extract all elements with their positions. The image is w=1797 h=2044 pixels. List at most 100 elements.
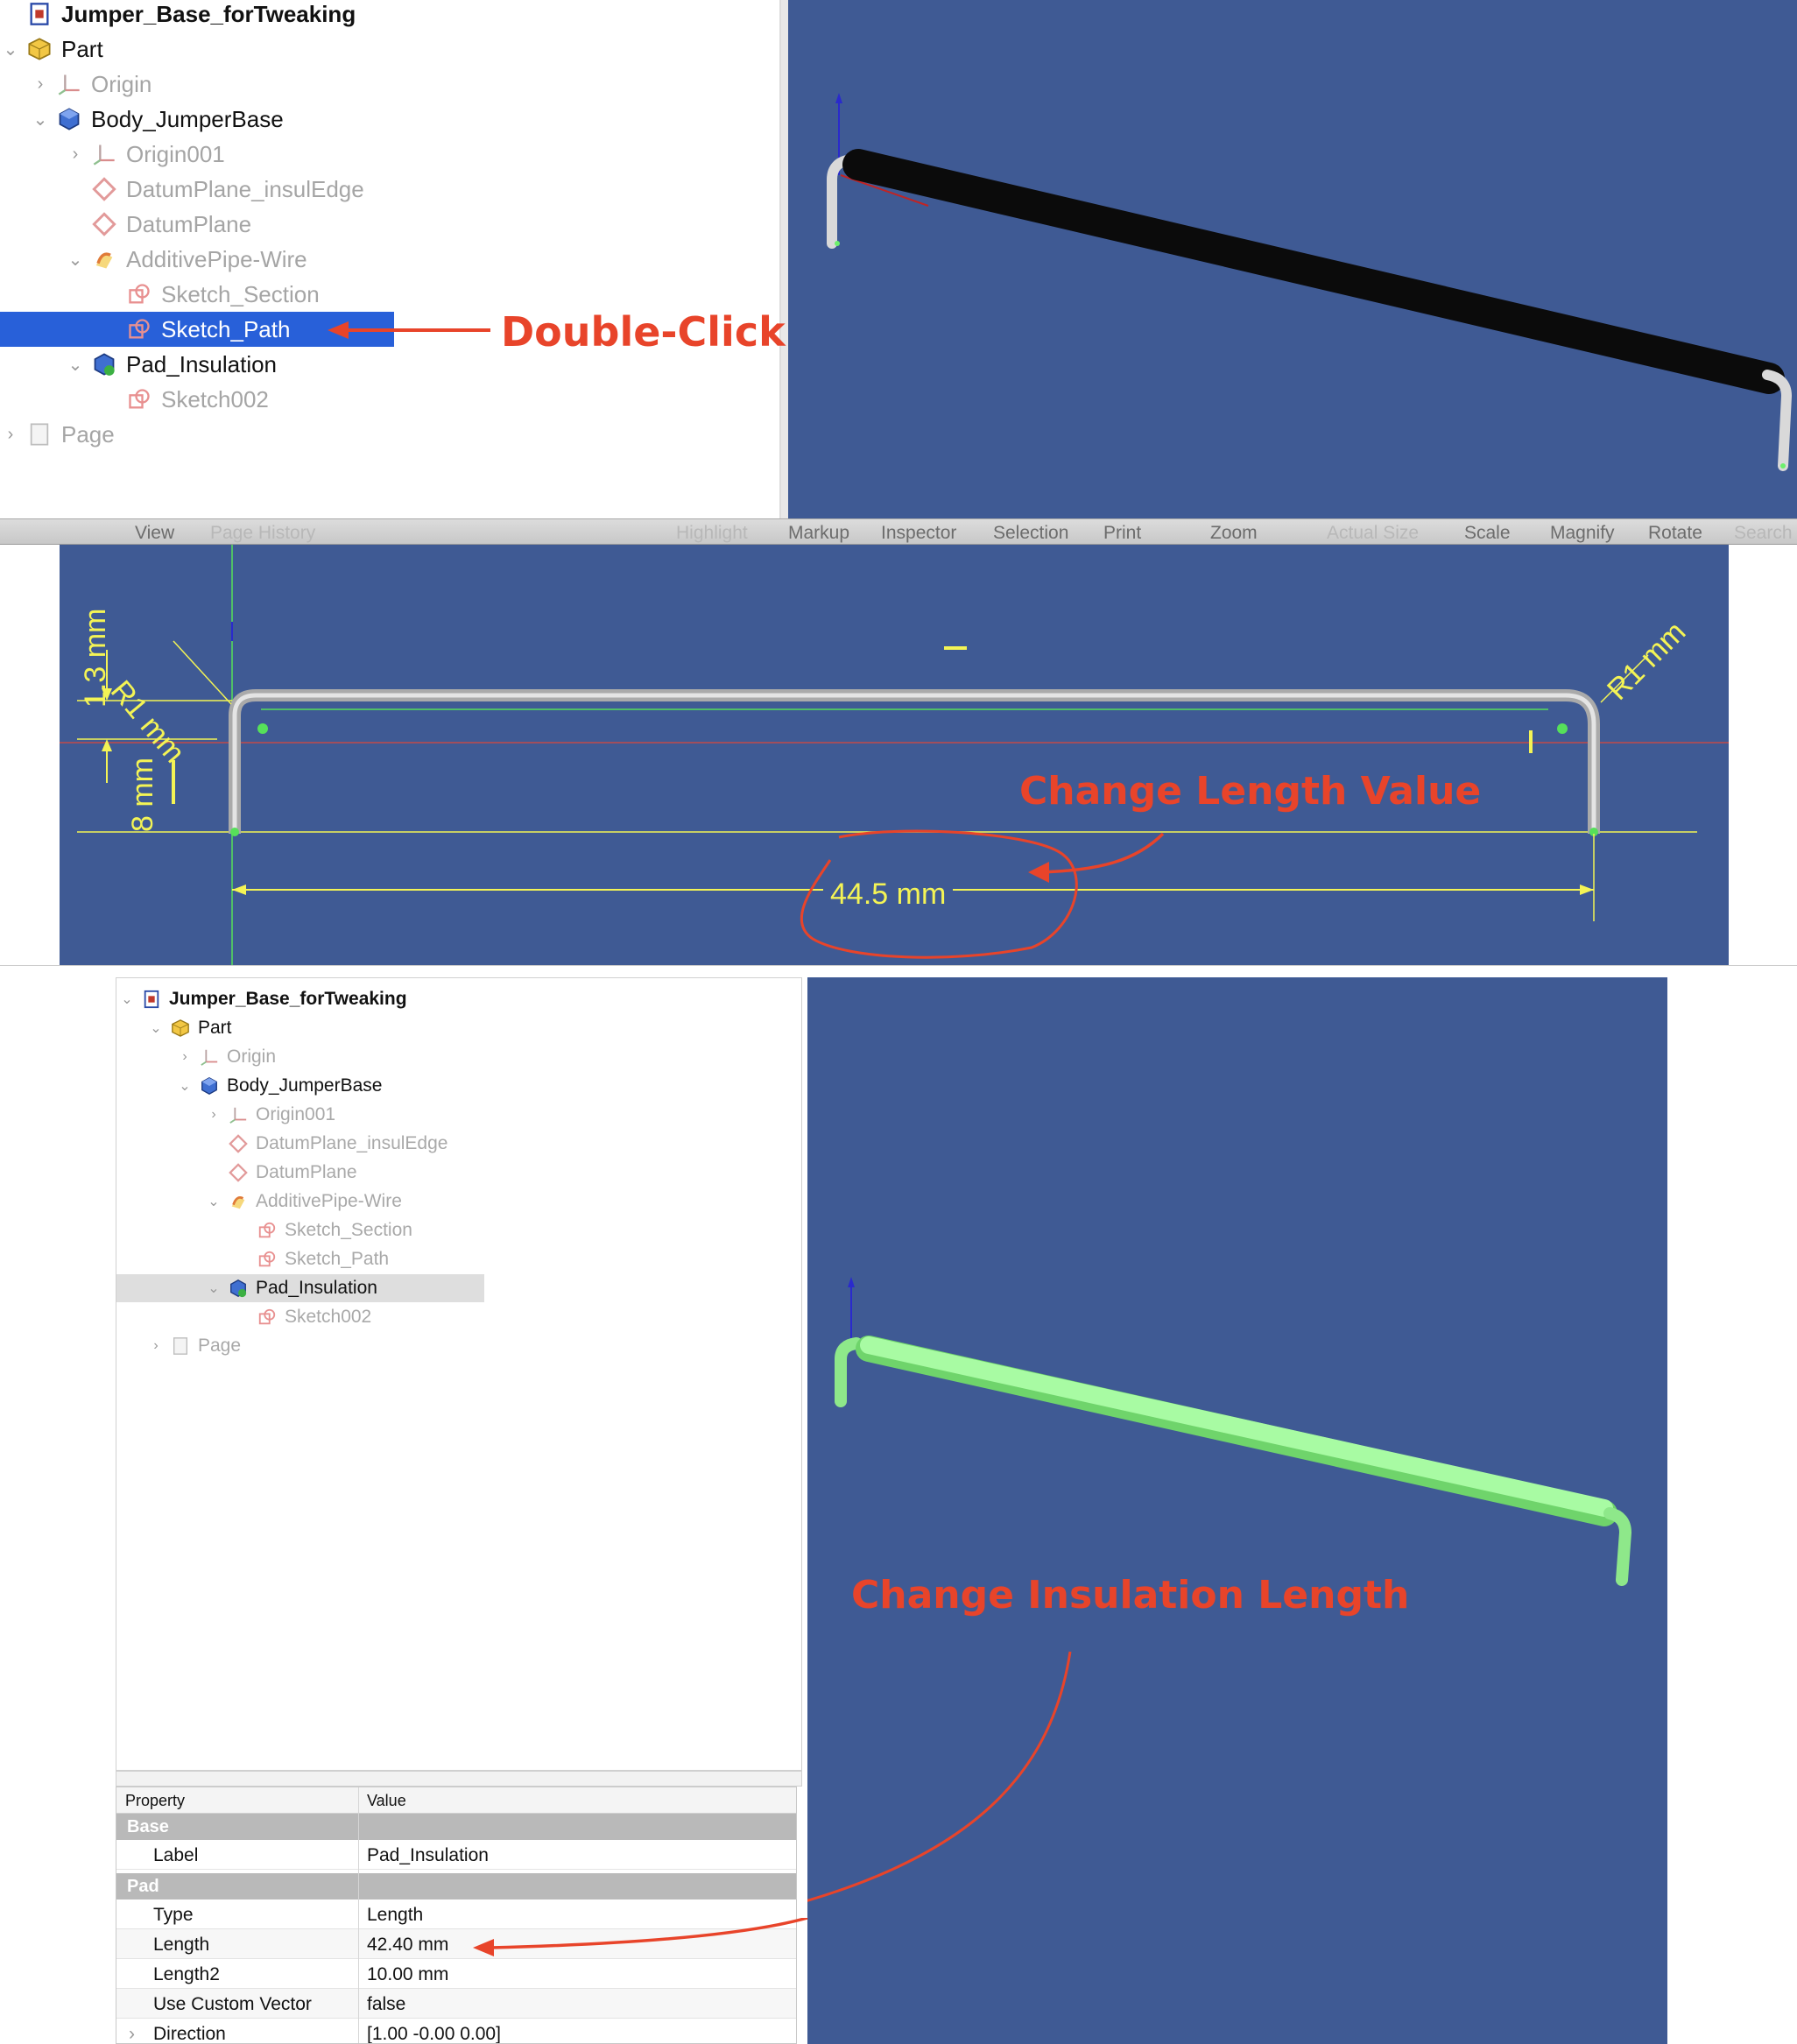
property-value[interactable]: Length (367, 1905, 423, 1926)
property-key: Type (153, 1905, 194, 1925)
property-header: Property Value (116, 1787, 796, 1814)
wire-left-leg (835, 1337, 863, 1407)
group-base[interactable]: Base (116, 1814, 796, 1840)
toolbar-print[interactable]: Print (1103, 523, 1141, 544)
annotation-arrow-length (1038, 832, 1165, 874)
toolbar-highlight[interactable]: Highlight (676, 523, 748, 544)
chevron-down-icon[interactable]: ⌄ (118, 990, 136, 1008)
tree-item-body-jumperbase[interactable]: ⌄ Body_JumperBase (116, 1072, 382, 1100)
property-value[interactable]: 10.00 mm (367, 1964, 448, 1985)
tree-item-label: Sketch_Section (161, 280, 320, 307)
3d-viewport-bottom[interactable]: Change Insulation Length (807, 977, 1667, 2044)
datum-plane-icon (228, 1162, 249, 1183)
group-pad[interactable]: Pad (116, 1873, 796, 1900)
chevron-right-icon[interactable]: › (65, 144, 86, 165)
chevron-down-icon[interactable]: ⌄ (65, 354, 86, 376)
page-icon (170, 1336, 191, 1357)
property-value[interactable]: false (367, 1994, 405, 2015)
datum-plane-icon (91, 211, 117, 237)
chevron-down-icon[interactable]: ⌄ (205, 1193, 222, 1210)
annotation-double-click: Double-Click (501, 308, 786, 356)
tree-item-pad-insulation[interactable]: ⌄ Pad_Insulation (0, 347, 277, 382)
3d-viewport-top[interactable] (788, 0, 1797, 518)
tree-item-datumplane[interactable]: DatumPlane (0, 207, 251, 242)
property-value[interactable]: Pad_Insulation (367, 1845, 489, 1866)
insulation-tube (860, 1336, 1613, 1517)
part-icon (26, 36, 53, 62)
splitter-handle[interactable] (116, 1771, 802, 1787)
tree-item-sketch-section[interactable]: Sketch_Section (116, 1216, 412, 1244)
chevron-down-icon[interactable]: ⌄ (0, 39, 21, 60)
property-row-direction[interactable]: › Direction [1.00 -0.00 0.00] (116, 2019, 796, 2043)
dimension-length[interactable]: 44.5 mm (823, 878, 954, 912)
toolbar-markup[interactable]: Markup (788, 523, 849, 544)
chevron-down-icon[interactable]: ⌄ (65, 249, 86, 271)
toolbar-magnify[interactable]: Magnify (1550, 523, 1615, 544)
tree-item-part[interactable]: ⌄ Part (0, 32, 103, 67)
tree-item-pad-insulation[interactable]: ⌄ Pad_Insulation (116, 1274, 484, 1302)
tree-item-page[interactable]: › Page (116, 1332, 241, 1360)
chevron-right-icon[interactable]: › (205, 1107, 222, 1123)
body-icon (199, 1075, 220, 1096)
chevron-right-icon[interactable]: › (129, 2024, 135, 2043)
annotation-arrow-doubleclick (328, 321, 490, 339)
toolbar-scale[interactable]: Scale (1464, 523, 1511, 544)
chevron-right-icon[interactable]: › (147, 1338, 165, 1354)
tree-item-datumplane-insuledge[interactable]: DatumPlane_insulEdge (116, 1130, 447, 1158)
dimension-offset-top[interactable]: 1.3 mm (79, 609, 113, 708)
toolbar-rotate[interactable]: Rotate (1648, 523, 1702, 544)
tree-item-page[interactable]: › Page (0, 417, 115, 452)
tree-item-origin001[interactable]: › Origin001 (116, 1101, 335, 1129)
chevron-down-icon[interactable]: ⌄ (147, 1019, 165, 1037)
toolbar-actual-size[interactable]: Actual Size (1327, 523, 1419, 544)
tree-item-origin[interactable]: › Origin (0, 67, 152, 102)
tree-item-label: Body_JumperBase (91, 105, 284, 132)
tree-item-origin[interactable]: › Origin (116, 1043, 276, 1071)
tree-item-additivepipe-wire[interactable]: ⌄ AdditivePipe-Wire (116, 1188, 402, 1216)
toolbar-page-history[interactable]: Page History (210, 523, 315, 544)
property-value[interactable]: [1.00 -0.00 0.00] (367, 2024, 501, 2043)
additive-pipe-icon (91, 246, 117, 272)
tree-item-sketch-path[interactable]: Sketch_Path (116, 1245, 389, 1273)
property-panel: Property Value Base Label Pad_Insulation… (116, 1787, 797, 2044)
property-value-length[interactable]: 42.40 mm (367, 1935, 448, 1956)
pad-icon (91, 351, 117, 377)
chevron-right-icon[interactable]: › (30, 74, 51, 95)
tree-item-label: Sketch_Section (285, 1220, 412, 1240)
annotation-change-length: Change Length Value (1019, 769, 1482, 814)
tree-item-additivepipe-wire[interactable]: ⌄ AdditivePipe-Wire (0, 242, 307, 277)
datum-plane-icon (91, 176, 117, 202)
sketch-icon (257, 1249, 278, 1270)
chevron-right-icon[interactable]: › (176, 1049, 194, 1065)
property-row-label[interactable]: Label Pad_Insulation (116, 1840, 796, 1870)
tree-item-origin001[interactable]: › Origin001 (0, 137, 225, 172)
tree-item-sketch-section[interactable]: Sketch_Section (0, 277, 320, 312)
chevron-down-icon[interactable]: ⌄ (30, 109, 51, 130)
dimension-height-left[interactable]: 8 mm (126, 758, 160, 832)
tree-item-datumplane[interactable]: DatumPlane (116, 1159, 357, 1187)
toolbar-inspector[interactable]: Inspector (881, 523, 956, 544)
tree-item-label: Sketch002 (161, 385, 269, 412)
tree-item-jumper-base-fortweaking[interactable]: Jumper_Base_forTweaking (0, 0, 356, 32)
tree-item-datumplane-insuledge[interactable]: DatumPlane_insulEdge (0, 172, 364, 207)
property-row-custom-vector[interactable]: Use Custom Vector false (116, 1989, 796, 2019)
body-icon (56, 106, 82, 132)
toolbar-zoom[interactable]: Zoom (1210, 523, 1258, 544)
tree-item-body-jumperbase[interactable]: ⌄ Body_JumperBase (0, 102, 284, 137)
chevron-down-icon[interactable]: ⌄ (205, 1279, 222, 1297)
annotation-change-insulation: Change Insulation Length (851, 1573, 1410, 1618)
tree-item-sketch002[interactable]: Sketch002 (116, 1303, 371, 1331)
tree-item-part[interactable]: ⌄ Part (116, 1014, 231, 1042)
toolbar-search[interactable]: Search (1734, 523, 1793, 544)
toolbar-view[interactable]: View (135, 523, 174, 544)
tree-item-sketch002[interactable]: Sketch002 (0, 382, 269, 417)
chevron-down-icon[interactable]: ⌄ (176, 1077, 194, 1095)
toolbar-selection[interactable]: Selection (993, 523, 1068, 544)
splitter[interactable] (781, 0, 788, 518)
sketch-point (1557, 723, 1568, 734)
sketch-viewport[interactable]: 44.5 mm R1 mm R1 mm 1.3 mm 8 mm Change L… (60, 545, 1729, 965)
tree-item-label: Part (61, 35, 103, 62)
chevron-right-icon[interactable]: › (0, 425, 21, 445)
tree-item-label: Page (61, 420, 115, 448)
tree-item-jumper-base-fortweaking[interactable]: ⌄ Jumper_Base_forTweaking (116, 985, 406, 1013)
